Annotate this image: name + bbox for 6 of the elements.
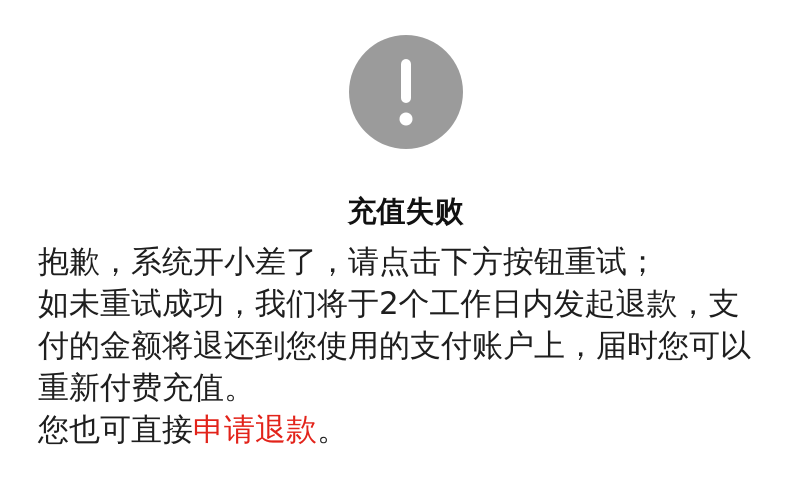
refund-link[interactable]: 申请退款 xyxy=(193,412,317,448)
refund-prompt-text: 您也可直接申请退款。 xyxy=(38,411,349,450)
message-text: 抱歉，系统开小差了，请点击下方按钮重试； xyxy=(38,243,659,282)
dialog-title: 充值失败 xyxy=(348,193,464,230)
warning-icon xyxy=(348,35,462,149)
message-text: 如未重试成功，我们将于2个工作日内发起退款，支付的金额将退还到您使用的支付账户上，届时您可以重新付费充值。 xyxy=(38,285,752,408)
